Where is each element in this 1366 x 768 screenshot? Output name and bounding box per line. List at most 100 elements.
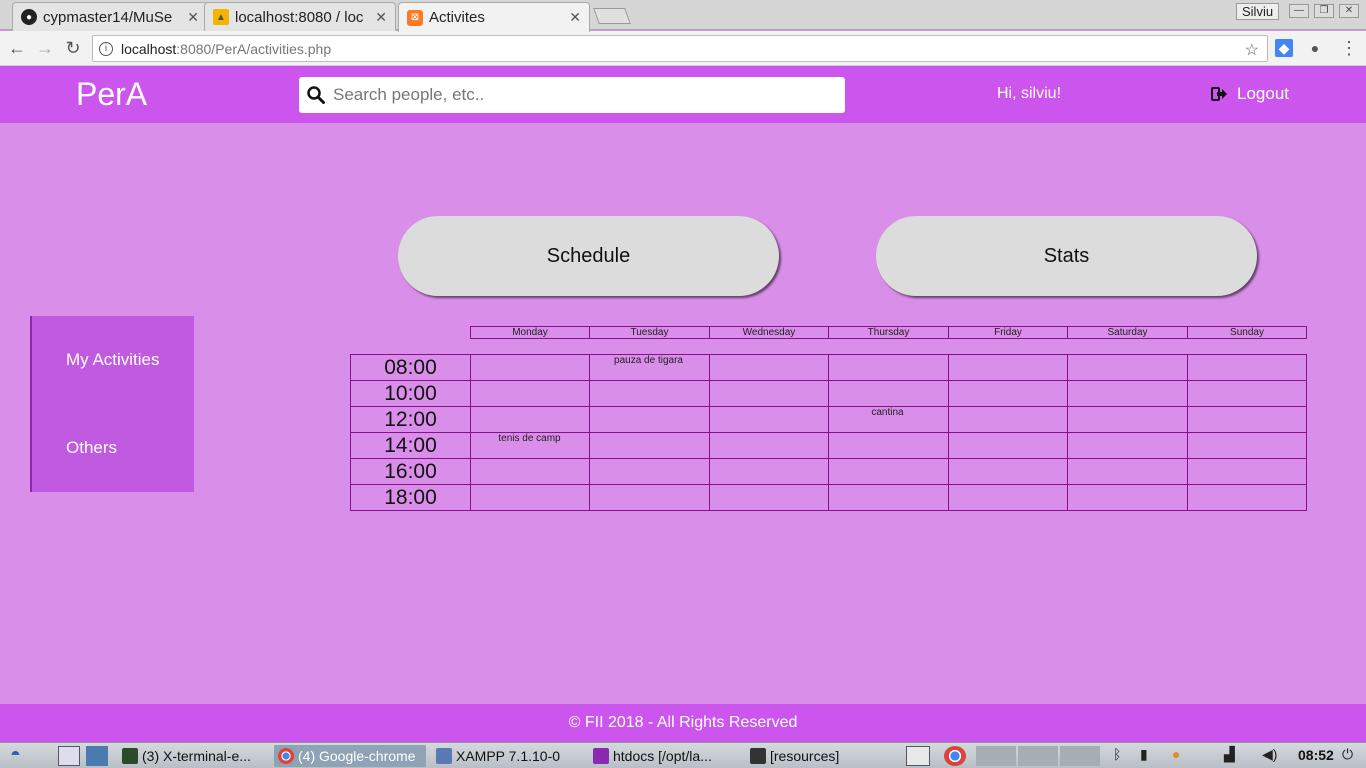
schedule-cell[interactable] [1067,432,1188,459]
show-desktop-icon[interactable] [58,746,80,766]
schedule-cell[interactable] [709,354,829,381]
schedule-cell[interactable] [709,406,829,433]
workspace-icon[interactable] [86,746,108,766]
schedule-cell[interactable] [1067,354,1188,381]
phpmyadmin-icon: ▲ [213,9,229,25]
extension-icon[interactable]: ◆ [1275,39,1293,57]
chrome-launcher-icon[interactable] [944,746,966,766]
schedule-cell[interactable] [470,458,590,485]
site-logo[interactable]: PerA [76,76,147,113]
schedule-cell[interactable] [1067,380,1188,407]
user-greeting: Hi, silviu! [997,85,1062,102]
extension-bulb-icon[interactable]: ● [1306,39,1324,57]
browser-tab-github[interactable]: ● cypmaster14/MuSe ✕ [12,2,208,31]
schedule-cell[interactable] [1067,458,1188,485]
bluetooth-icon[interactable]: ᛒ [1113,746,1121,762]
close-tab-icon[interactable]: ✕ [569,9,581,26]
schedule-cell[interactable] [589,380,710,407]
activity-label[interactable]: cantina [828,407,947,418]
schedule-cell[interactable] [1187,432,1307,459]
taskbar-item-label: htdocs [/opt/la... [613,748,712,764]
browser-tab-phpmyadmin[interactable]: ▲ localhost:8080 / loc ✕ [204,2,396,31]
power-icon[interactable]: ⏻ [1342,746,1353,763]
schedule-cell[interactable] [828,458,949,485]
network-icon[interactable]: ▟ [1224,746,1235,763]
reload-icon[interactable]: ↻ [62,37,84,59]
schedule-cell[interactable] [948,406,1068,433]
taskbar-item-folder[interactable]: [resources] [746,745,896,767]
info-icon[interactable]: i [99,41,113,56]
window-list-icon[interactable] [906,746,930,766]
workspace-2[interactable] [1018,746,1058,766]
site-footer: © FII 2018 - All Rights Reserved [0,704,1366,742]
schedule-cell[interactable] [589,484,710,511]
schedule-cell[interactable] [1067,484,1188,511]
schedule-cell[interactable] [1187,484,1307,511]
schedule-cell[interactable] [828,484,949,511]
taskbar-item-chrome[interactable]: (4) Google-chrome [274,745,426,767]
schedule-cell[interactable] [709,432,829,459]
search-input[interactable] [333,85,823,105]
schedule-cell[interactable] [709,484,829,511]
schedule-cell[interactable] [589,406,710,433]
schedule-cell[interactable] [1187,406,1307,433]
schedule-cell[interactable] [948,380,1068,407]
search-box[interactable] [299,77,845,113]
schedule-cell[interactable] [828,380,949,407]
schedule-button[interactable]: Schedule [398,216,779,296]
taskbar-item-phpstorm[interactable]: htdocs [/opt/la... [589,745,739,767]
minimize-icon[interactable]: — [1289,4,1309,18]
profile-button[interactable]: Silviu [1236,3,1280,20]
forward-icon[interactable]: → [34,37,56,59]
stats-button[interactable]: Stats [876,216,1257,296]
schedule-cell[interactable] [470,484,590,511]
schedule-cell[interactable] [709,380,829,407]
sidebar: My Activities Others [30,316,194,492]
battery-icon[interactable]: ▮ [1140,746,1148,763]
schedule-cell[interactable] [1067,406,1188,433]
schedule-cell[interactable] [828,354,949,381]
schedule-cell[interactable] [828,432,949,459]
address-bar[interactable]: i localhost :8080/PerA/activities.php ☆ [92,35,1268,62]
schedule-cell[interactable] [709,458,829,485]
schedule-cell[interactable] [1187,458,1307,485]
start-menu-icon[interactable]: ◓ [10,744,21,765]
workspace-1[interactable] [976,746,1016,766]
taskbar-item-terminal[interactable]: (3) X-terminal-e... [118,745,270,767]
schedule-cell[interactable] [1187,354,1307,381]
day-header-sunday: Sunday [1187,326,1307,339]
sidebar-item-others[interactable]: Others [66,438,117,458]
schedule-cell[interactable] [589,432,710,459]
new-tab-button[interactable] [593,8,631,24]
activity-label[interactable]: pauza de tigara [589,355,708,366]
activity-label[interactable]: tenis de camp [470,433,589,444]
menu-icon[interactable]: ⋮ [1340,39,1358,57]
update-icon[interactable]: ● [1172,746,1180,762]
bookmark-star-icon[interactable]: ☆ [1245,40,1259,60]
terminal-icon [122,748,138,764]
schedule-cell[interactable] [589,458,710,485]
schedule-cell[interactable] [948,458,1068,485]
schedule-cell[interactable] [470,354,590,381]
schedule-cell[interactable] [948,484,1068,511]
schedule-cell[interactable] [470,380,590,407]
sidebar-item-my-activities[interactable]: My Activities [66,350,160,370]
schedule-cell[interactable] [1187,380,1307,407]
back-icon[interactable]: ← [6,37,28,59]
clock: 08:52 [1298,747,1334,763]
close-tab-icon[interactable]: ✕ [375,9,387,26]
close-tab-icon[interactable]: ✕ [187,9,199,26]
schedule-cell[interactable] [948,432,1068,459]
url-path: :8080/PerA/activities.php [176,40,332,57]
site-header: PerA Hi, silviu! Logout [0,66,1366,123]
workspace-3[interactable] [1060,746,1100,766]
schedule-cell[interactable] [470,406,590,433]
logout-link[interactable]: Logout [1211,84,1289,104]
browser-tab-activities[interactable]: ⊠ Activites ✕ [398,2,590,32]
close-window-icon[interactable]: ✕ [1339,4,1359,18]
schedule-cell[interactable] [948,354,1068,381]
day-header-friday: Friday [948,326,1068,339]
volume-icon[interactable]: ◀) [1262,746,1277,763]
taskbar-item-xampp[interactable]: XAMPP 7.1.10-0 [432,745,582,767]
maximize-icon[interactable]: ❐ [1314,4,1334,18]
